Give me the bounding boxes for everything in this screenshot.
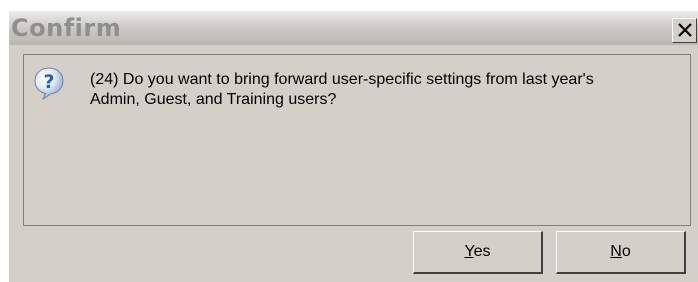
message-text: (24) Do you want to bring forward user-s…: [90, 70, 685, 110]
message-line-1: (24) Do you want to bring forward user-s…: [90, 71, 594, 88]
yes-mnemonic: Y: [464, 243, 474, 260]
no-label-rest: o: [621, 243, 631, 260]
message-panel: ? (24) Do you want to bring forward user…: [23, 54, 691, 226]
question-icon: ?: [34, 67, 64, 100]
no-button[interactable]: No: [556, 231, 686, 274]
message-line-2: Admin, Guest, and Training users?: [90, 91, 337, 108]
window-title: Confirm: [11, 14, 122, 42]
close-icon: [678, 23, 692, 37]
title-bar[interactable]: Confirm: [9, 11, 698, 45]
yes-label-rest: es: [473, 243, 491, 260]
no-mnemonic: N: [610, 243, 622, 260]
confirm-dialog: Confirm ? (24) Do you want to bring forw…: [9, 11, 698, 282]
svg-text:?: ?: [43, 71, 54, 93]
yes-button[interactable]: Yes: [413, 231, 543, 274]
close-button[interactable]: [672, 18, 697, 43]
